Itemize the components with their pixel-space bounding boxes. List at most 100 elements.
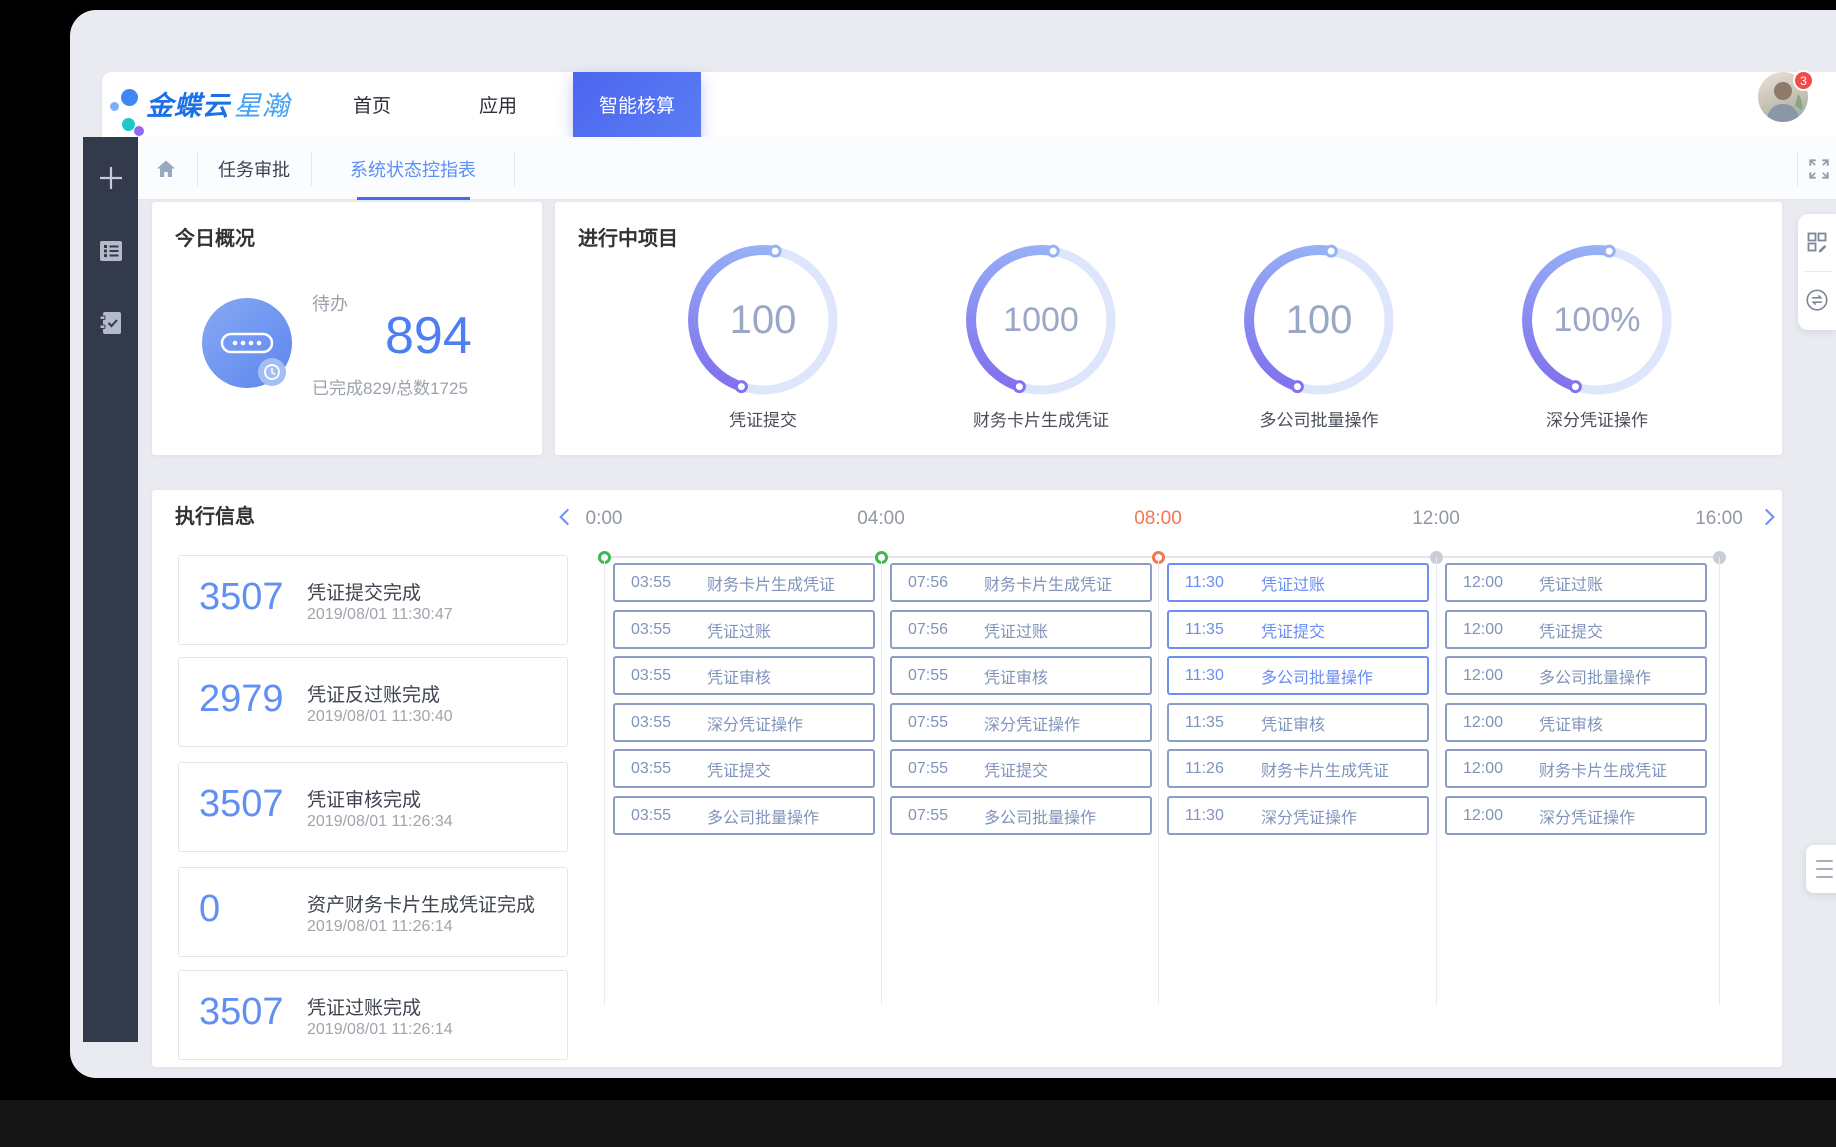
execution-stat-item[interactable]: 3507 凭证审核完成 2019/08/01 11:26:34: [178, 762, 568, 852]
screen: { "brand": {"name_primary": "金蝶云", "name…: [0, 0, 1836, 1147]
execution-stat-item[interactable]: 2979 凭证反过账完成 2019/08/01 11:30:40: [178, 657, 568, 747]
task-name: 深分凭证操作: [1261, 804, 1357, 828]
tab-system-status[interactable]: 系统状态控指表: [318, 137, 508, 200]
tab-divider: [1797, 152, 1798, 186]
task-item[interactable]: 03:55 凭证审核: [613, 656, 875, 695]
task-time: 12:00: [1463, 667, 1525, 685]
brand-logo: 金蝶云星瀚: [146, 84, 290, 123]
task-name: 凭证过账: [707, 618, 771, 642]
task-item[interactable]: 12:00 凭证过账: [1445, 563, 1707, 602]
timeline-guide-line: [604, 557, 605, 1005]
stat-label: 凭证过账完成: [307, 993, 421, 1020]
task-item[interactable]: 11:30 多公司批量操作: [1167, 656, 1429, 695]
stat-timestamp: 2019/08/01 11:30:40: [307, 708, 453, 726]
timeline-guide-line: [1436, 557, 1437, 1005]
task-name: 凭证过账: [1539, 571, 1603, 595]
brand-secondary: 星瀚: [234, 91, 290, 121]
task-item[interactable]: 11:26 财务卡片生成凭证: [1167, 749, 1429, 788]
gauge-value: 100: [683, 240, 843, 400]
task-time: 11:30: [1185, 574, 1247, 592]
task-time: 12:00: [1463, 621, 1525, 639]
task-item[interactable]: 11:35 凭证审核: [1167, 703, 1429, 742]
task-time: 07:55: [908, 714, 970, 732]
task-item[interactable]: 03:55 财务卡片生成凭证: [613, 563, 875, 602]
task-item[interactable]: 11:35 凭证提交: [1167, 610, 1429, 649]
task-item[interactable]: 07:55 凭证审核: [890, 656, 1152, 695]
task-time: 07:55: [908, 667, 970, 685]
task-time: 07:56: [908, 621, 970, 639]
home-tab-icon[interactable]: [144, 147, 188, 191]
task-name: 凭证审核: [1539, 711, 1603, 735]
task-name: 财务卡片生成凭证: [707, 571, 835, 595]
nav-item-smart-accounting[interactable]: 智能核算: [573, 72, 701, 137]
clock-badge-icon: [258, 358, 286, 386]
projects-title: 进行中项目: [578, 222, 678, 251]
gauge-value: 100: [1239, 240, 1399, 400]
stat-label: 资产财务卡片生成凭证完成: [307, 890, 535, 917]
task-name: 财务卡片生成凭证: [1261, 757, 1389, 781]
active-tab-underline: [357, 197, 470, 200]
task-item[interactable]: 12:00 多公司批量操作: [1445, 656, 1707, 695]
task-time: 07:56: [908, 574, 970, 592]
nav-item-home[interactable]: 首页: [332, 72, 412, 137]
task-item[interactable]: 03:55 凭证过账: [613, 610, 875, 649]
task-item[interactable]: 07:55 深分凭证操作: [890, 703, 1152, 742]
execution-stat-item[interactable]: 3507 凭证过账完成 2019/08/01 11:26:14: [178, 970, 568, 1060]
task-name: 财务卡片生成凭证: [984, 571, 1112, 595]
gauge-label: 凭证提交: [653, 406, 873, 431]
floating-menu-button[interactable]: [1806, 845, 1836, 893]
timeline-tick-label: 0:00: [544, 508, 664, 530]
task-item[interactable]: 12:00 凭证提交: [1445, 610, 1707, 649]
timeline-tick-label: 08:00: [1098, 508, 1218, 530]
todo-value: 894: [385, 306, 472, 366]
task-item[interactable]: 12:00 凭证审核: [1445, 703, 1707, 742]
task-item[interactable]: 07:55 多公司批量操作: [890, 796, 1152, 835]
task-time: 07:55: [908, 807, 970, 825]
execution-stat-item[interactable]: 0 资产财务卡片生成凭证完成 2019/08/01 11:26:14: [178, 867, 568, 957]
task-item[interactable]: 12:00 深分凭证操作: [1445, 796, 1707, 835]
gauge: 100%: [1517, 240, 1677, 400]
task-item[interactable]: 12:00 财务卡片生成凭证: [1445, 749, 1707, 788]
logo-dot-purple: [134, 126, 144, 136]
task-time: 03:55: [631, 667, 693, 685]
swap-icon[interactable]: [1798, 272, 1836, 328]
gauge: 100: [1239, 240, 1399, 400]
fullscreen-icon[interactable]: [1806, 156, 1832, 182]
task-item[interactable]: 03:55 深分凭证操作: [613, 703, 875, 742]
task-item[interactable]: 11:30 深分凭证操作: [1167, 796, 1429, 835]
add-icon[interactable]: [83, 156, 138, 200]
task-time: 03:55: [631, 807, 693, 825]
task-time: 03:55: [631, 574, 693, 592]
nav-item-apps[interactable]: 应用: [458, 72, 538, 137]
task-name: 凭证审核: [984, 664, 1048, 688]
task-time: 07:55: [908, 760, 970, 778]
logo-dot-teal: [122, 118, 135, 131]
timeline-tick-label: 16:00: [1659, 508, 1779, 530]
task-item[interactable]: 07:56 财务卡片生成凭证: [890, 563, 1152, 602]
timeline-guide-line: [881, 557, 882, 1005]
task-item[interactable]: 07:56 凭证过账: [890, 610, 1152, 649]
task-name: 凭证提交: [1539, 618, 1603, 642]
execution-title: 执行信息: [175, 500, 255, 529]
task-time: 11:35: [1185, 621, 1247, 639]
gauge-label: 财务卡片生成凭证: [931, 406, 1151, 431]
task-item[interactable]: 03:55 凭证提交: [613, 749, 875, 788]
task-name: 凭证过账: [984, 618, 1048, 642]
gauge: 1000: [961, 240, 1121, 400]
gauge-value: 1000: [961, 240, 1121, 400]
task-item[interactable]: 07:55 凭证提交: [890, 749, 1152, 788]
tab-task-approval[interactable]: 任务审批: [204, 137, 304, 200]
execution-stat-item[interactable]: 3507 凭证提交完成 2019/08/01 11:30:47: [178, 555, 568, 645]
task-item[interactable]: 03:55 多公司批量操作: [613, 796, 875, 835]
list-menu-icon[interactable]: [83, 229, 138, 273]
today-title: 今日概况: [175, 222, 255, 251]
task-name: 财务卡片生成凭证: [1539, 757, 1667, 781]
task-checklist-icon[interactable]: [83, 301, 138, 345]
stat-label: 凭证审核完成: [307, 785, 421, 812]
stat-value: 2979: [199, 678, 284, 721]
task-name: 凭证提交: [707, 757, 771, 781]
task-item[interactable]: 11:30 凭证过账: [1167, 563, 1429, 602]
dashboard-edit-icon[interactable]: [1798, 214, 1836, 270]
task-name: 凭证审核: [1261, 711, 1325, 735]
task-name: 凭证提交: [1261, 618, 1325, 642]
